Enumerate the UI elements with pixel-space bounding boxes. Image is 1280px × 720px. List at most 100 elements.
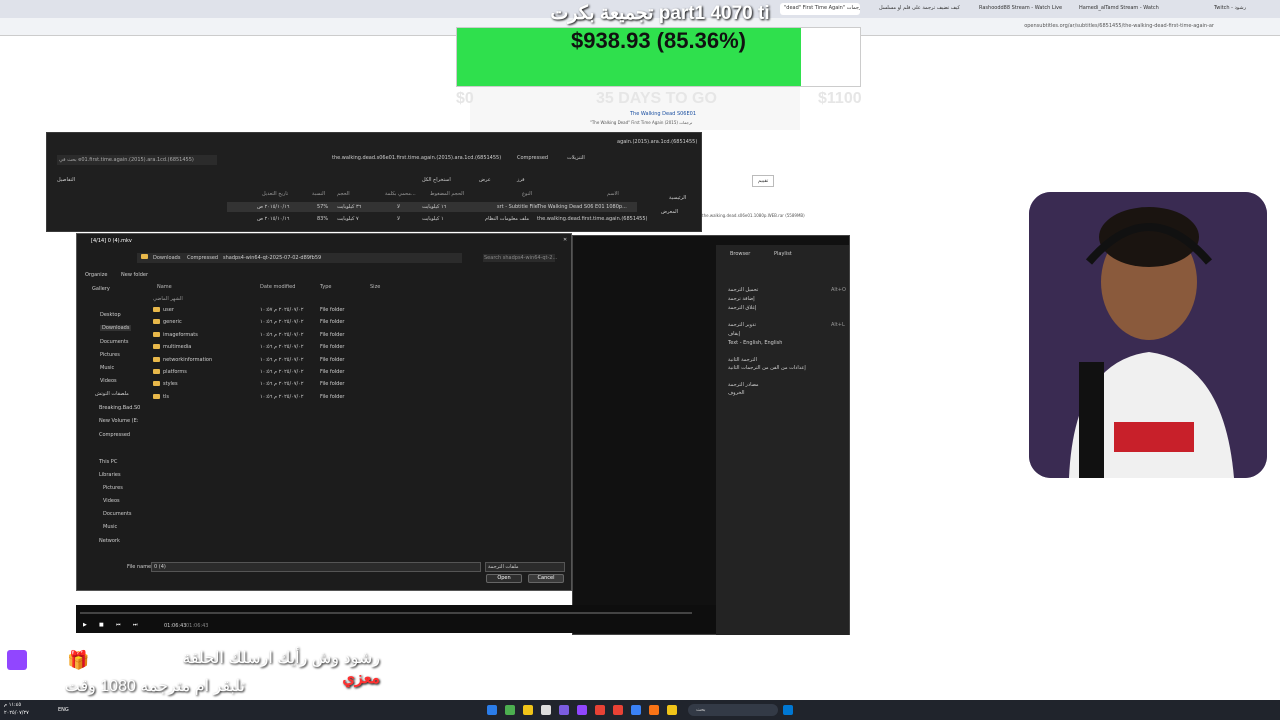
table-row[interactable]: the.walking.dead.first.time.again.(68514… [227,214,648,224]
rating-button[interactable]: تقييم [752,175,775,187]
app-icon[interactable] [613,705,623,715]
menu-load-subtitle[interactable]: تحميل الترجمة [728,287,758,293]
col-ratio[interactable]: النسبة [312,191,325,197]
sidebar-item[interactable]: Documents [103,511,132,517]
crumb-compressed[interactable]: Compressed [517,155,548,161]
tab-playlist[interactable]: Playlist [774,251,792,257]
menu-close-subtitle[interactable]: إغلاق الترجمة [728,305,756,311]
sidebar-item[interactable]: Videos [100,378,117,384]
menu-add-subtitle[interactable]: إضافة ترجمة [728,296,755,302]
list-item[interactable]: multimedia ٢٠٢٥/٠٧/٠٢ م ١٠:٥٦ File folder [153,344,403,354]
col-date-modified[interactable]: Date modified [260,284,295,290]
col-size[interactable]: Size [370,284,380,290]
sidebar-item[interactable]: Downloads [100,325,132,331]
sidebar-item[interactable]: Pictures [103,485,123,491]
col-protected[interactable]: محمي بكلمة... [385,191,416,197]
sort-button[interactable]: فرز [517,177,525,183]
twitch-app-icon[interactable] [577,705,587,715]
organize-button[interactable]: Organize [85,272,107,278]
sidebar-item[interactable]: Breaking.Bad.S0 [99,405,140,411]
extract-all-button[interactable]: استخراج الكل [422,177,451,183]
nav-home[interactable]: الرئيسية [669,195,686,201]
list-item[interactable]: generic ٢٠٢٥/٠٧/٠٢ م ١٠:٥٦ File folder [153,319,403,329]
sidebar-item[interactable]: This PC [99,459,117,465]
menu-exit[interactable]: الخروف [728,390,745,396]
list-item[interactable]: styles ٢٠٢٥/٠٧/٠٢ م ١٠:٥٦ File folder [153,381,403,391]
col-date[interactable]: تاريخ التعديل [262,191,288,197]
app-icon[interactable] [649,705,659,715]
dialog-search-input[interactable]: Search shadps4-win64-qt-2... [483,254,557,262]
app-icon[interactable] [631,705,641,715]
nav-gallery[interactable]: المعرض [661,209,678,215]
menu-track-english[interactable]: Text - English, English [728,340,782,346]
chrome-icon[interactable] [505,705,515,715]
sidebar-item[interactable]: Compressed [99,432,130,438]
open-button[interactable]: Open [486,574,522,583]
filetype-select[interactable]: ملفات الترجمة [485,562,565,572]
sidebar-item[interactable]: Documents [100,339,129,345]
list-item[interactable]: networkinformation ٢٠٢٥/٠٧/٠٢ م ١٠:٥٦ File… [153,356,403,367]
details-button[interactable]: التفاصيل [57,177,75,183]
folder-icon[interactable] [667,705,677,715]
sidebar-item[interactable]: Music [100,365,114,371]
col-type[interactable]: النوع [522,191,532,197]
edge-icon[interactable] [487,705,497,715]
sidebar-item[interactable]: Network [99,538,120,544]
col-size[interactable]: الحجم [337,191,350,197]
crumb-compressed[interactable]: Compressed [187,255,218,261]
filename-input[interactable]: 0 (4) [151,562,481,572]
cancel-button[interactable]: Cancel [528,574,564,583]
menu-stop[interactable]: إيقاف [728,331,740,337]
sidebar-item[interactable]: Libraries [99,472,121,478]
breadcrumb[interactable]: Downloads Compressed shadps4-win64-qt-20… [137,253,462,263]
language-indicator[interactable]: ENG [58,707,69,713]
view-button[interactable]: عرض [479,177,491,183]
sidebar-item[interactable]: New Volume (E: [99,418,138,424]
menu-rotate-subtitle[interactable]: تدوير الترجمة [728,322,756,328]
col-name[interactable]: Name [157,284,172,290]
browser-tab[interactable]: Twitch - رشود [1210,3,1270,15]
menu-subtitle-sources[interactable]: مصادر الترجمة [728,382,759,388]
sidebar-item[interactable]: Desktop [100,312,121,318]
app-icon[interactable] [541,705,551,715]
col-packed[interactable]: الحجم المضغوط [430,191,464,197]
sidebar-item[interactable]: Gallery [92,286,110,292]
list-item[interactable]: platforms ٢٠٢٥/٠٧/٠٢ م ١٠:٥٦ File folder [153,369,403,379]
sidebar-item[interactable]: Music [103,524,117,530]
tab-browser[interactable]: Browser [730,251,750,257]
brave-icon[interactable] [595,705,605,715]
shortcut: Alt+L [831,322,845,328]
crumb-shadps4[interactable]: shadps4-win64-qt-2025-07-02-d89fb59 [223,255,321,261]
col-name[interactable]: الاسم [607,191,619,197]
taskbar-search[interactable]: بحث [688,704,778,716]
crumb-downloads[interactable]: التنزيلات [567,155,585,161]
browser-tab[interactable]: Rashoodd88 Stream - Watch Live [975,3,1065,15]
next-icon[interactable]: ⏭ [133,622,138,628]
new-folder-button[interactable]: New folder [121,272,148,278]
list-item[interactable]: user ٢٠٢٥/٠٧/٠٢ م ١٠:٥٧ File folder [153,307,403,317]
explorer-search-input[interactable]: بحث في e01.first.time.again.(2015).ara.1… [57,155,217,165]
list-item[interactable]: tls ٢٠٢٥/٠٧/٠٢ م ١٠:٥٦ File folder [153,393,403,404]
menu-second-settings[interactable]: إعدادات من الفن من الترجمات الثانية [728,365,806,371]
sidebar-item[interactable]: ملصقات التوتش [95,391,129,397]
browser-tab[interactable]: Hamedi_alTamd Stream - Watch [1075,3,1165,15]
browser-tab[interactable]: كيف تضيف ترجمة على فلم او مسلسل [875,3,965,15]
discord-icon[interactable] [559,705,569,715]
series-title[interactable]: The Walking Dead [630,111,675,117]
sidebar-item[interactable]: Pictures [100,352,120,358]
stop-icon[interactable]: ■ [99,622,104,628]
col-type[interactable]: Type [320,284,331,290]
explorer-path[interactable]: the.walking.dead.s06e01.first.time.again… [332,155,501,161]
crumb-downloads[interactable]: Downloads [153,255,180,261]
menu-second-subtitle[interactable]: الترجمة الثانية [728,357,757,363]
donation-goal: $938.93 (85.36%) [456,27,861,87]
list-item[interactable]: imageformats ٢٠٢٥/٠٧/٠٢ م ١٠:٥٦ File folde… [153,331,403,342]
explorer-icon[interactable] [523,705,533,715]
seek-bar[interactable] [80,612,692,614]
close-icon[interactable]: ✕ [563,237,567,243]
sidebar-item[interactable]: Videos [103,498,120,504]
play-icon[interactable]: ▶ [83,622,87,628]
prev-icon[interactable]: ⏮ [116,622,121,628]
start-icon[interactable] [783,705,793,715]
table-row[interactable]: The Walking Dead S06 E01 1080p... srt - … [227,202,637,212]
